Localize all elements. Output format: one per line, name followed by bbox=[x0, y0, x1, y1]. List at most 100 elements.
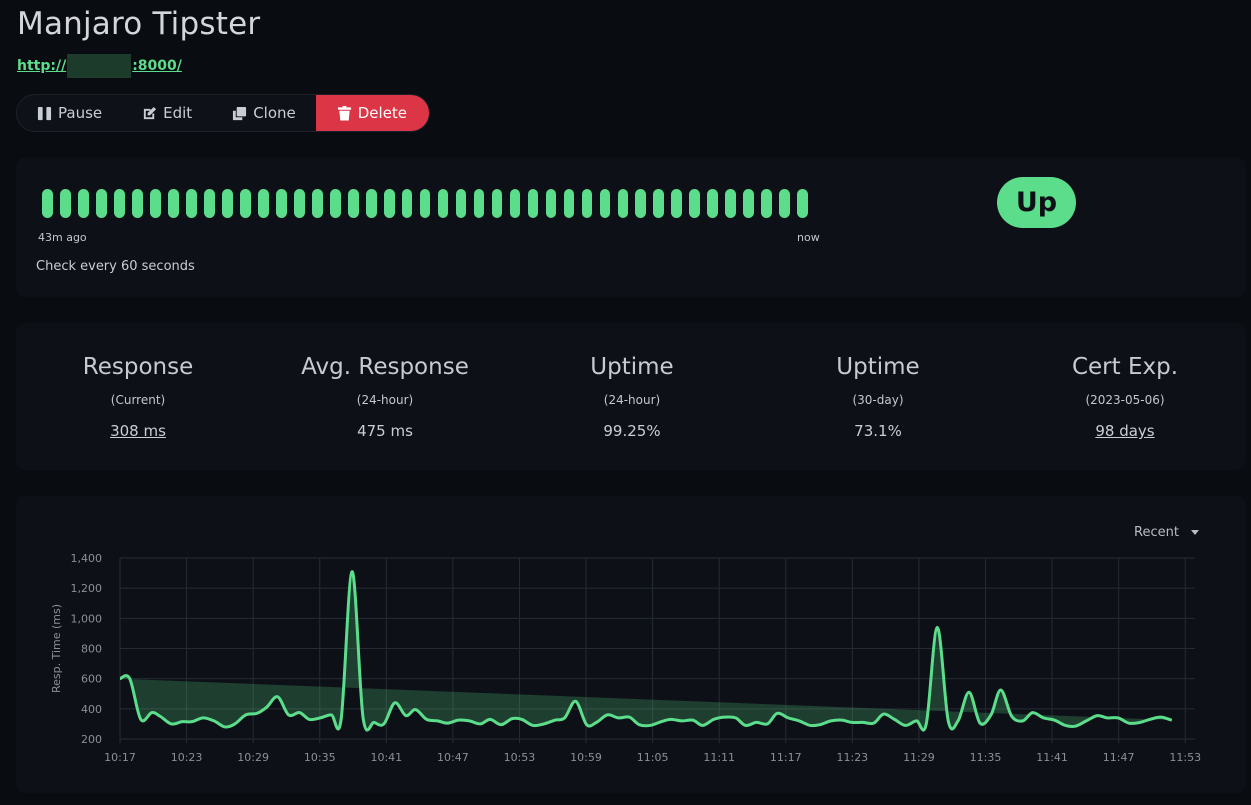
heartbeat-beat[interactable] bbox=[743, 189, 755, 218]
heartbeat-beat[interactable] bbox=[797, 189, 809, 218]
heartbeat-beat[interactable] bbox=[275, 189, 287, 218]
heartbeat-beat[interactable] bbox=[77, 189, 89, 218]
heartbeat-beat[interactable] bbox=[257, 189, 269, 218]
heartbeat-beat[interactable] bbox=[419, 189, 431, 218]
heartbeat-beat[interactable] bbox=[347, 189, 359, 218]
heartbeat-beat[interactable] bbox=[563, 189, 575, 218]
x-tick-label: 11:53 bbox=[1169, 751, 1201, 764]
heartbeat-beat[interactable] bbox=[545, 189, 557, 218]
heartbeat-beat[interactable] bbox=[527, 189, 539, 218]
heartbeat-beat[interactable] bbox=[509, 189, 521, 218]
edit-label: Edit bbox=[163, 104, 193, 122]
heartbeat-card: 43m ago now Check every 60 seconds Up bbox=[16, 157, 1246, 297]
edit-button[interactable]: Edit bbox=[122, 95, 212, 131]
stat-value: 475 ms bbox=[357, 422, 413, 440]
y-tick-label: 1,200 bbox=[71, 582, 103, 595]
response-time-chart: 200 400 600 800 1,000 1,200 1,400 10:17 10:23 10:… bbox=[50, 496, 1201, 764]
y-tick-label: 600 bbox=[81, 673, 102, 686]
y-tick-label: 800 bbox=[81, 643, 102, 656]
stat-subtitle: (2023-05-06) bbox=[1085, 393, 1165, 407]
heartbeat-beat[interactable] bbox=[185, 189, 197, 218]
heartbeat-beat[interactable] bbox=[149, 189, 161, 218]
monitor-url-link[interactable]: http:// :8000/ bbox=[17, 54, 182, 78]
x-tick-label: 11:17 bbox=[770, 751, 802, 764]
heartbeat-beat[interactable] bbox=[221, 189, 233, 218]
monitor-title: Manjaro Tipster bbox=[17, 6, 261, 42]
heartbeat-beat[interactable] bbox=[329, 189, 341, 218]
y-tick-label: 1,400 bbox=[71, 552, 103, 565]
pause-button[interactable]: Pause bbox=[17, 95, 122, 131]
action-button-group: Pause Edit Clone Delete bbox=[16, 94, 431, 132]
stat-title: Avg. Response bbox=[301, 354, 469, 380]
x-tick-label: 10:35 bbox=[304, 751, 336, 764]
heartbeat-beat[interactable] bbox=[689, 189, 701, 218]
stat-value: 73.1% bbox=[854, 422, 902, 440]
url-prefix: http:// bbox=[17, 58, 67, 74]
y-tick-label: 1,000 bbox=[71, 612, 103, 625]
heartbeat-beat[interactable] bbox=[293, 189, 305, 218]
heartbeat-start-label: 43m ago bbox=[38, 231, 87, 244]
heartbeat-beat[interactable] bbox=[581, 189, 593, 218]
heartbeat-beat[interactable] bbox=[473, 189, 485, 218]
clone-button[interactable]: Clone bbox=[212, 95, 316, 131]
x-tick-label: 11:29 bbox=[903, 751, 935, 764]
pause-icon bbox=[37, 106, 52, 120]
delete-button[interactable]: Delete bbox=[315, 95, 430, 131]
stat-subtitle: (24-hour) bbox=[603, 393, 661, 407]
x-tick-label: 11:47 bbox=[1103, 751, 1135, 764]
stat-title: Response bbox=[82, 354, 194, 380]
heartbeat-beat[interactable] bbox=[42, 189, 53, 218]
heartbeat-beat[interactable] bbox=[401, 189, 413, 218]
y-tick-label: 400 bbox=[81, 703, 102, 716]
stat-subtitle: (24-hour) bbox=[356, 393, 414, 407]
heartbeat-beat[interactable] bbox=[311, 189, 323, 218]
x-tick-label: 10:59 bbox=[570, 751, 602, 764]
heartbeat-beat[interactable] bbox=[599, 189, 611, 218]
heartbeat-beat[interactable] bbox=[203, 189, 215, 218]
heartbeat-beat[interactable] bbox=[239, 189, 251, 218]
pause-label: Pause bbox=[58, 104, 103, 122]
check-interval-text: Check every 60 seconds bbox=[36, 259, 195, 274]
stat-value[interactable]: 98 days bbox=[1015, 422, 1235, 440]
x-tick-label: 11:05 bbox=[637, 751, 669, 764]
clone-icon bbox=[233, 106, 247, 120]
redacted-host bbox=[67, 54, 132, 78]
heartbeat-beat[interactable] bbox=[167, 189, 179, 218]
stat-subtitle: (Current) bbox=[110, 393, 166, 407]
heartbeat-beat[interactable] bbox=[113, 189, 125, 218]
stats-card: Response (Current) 308 ms Avg. Response … bbox=[16, 323, 1246, 470]
heartbeat-beat[interactable] bbox=[437, 189, 449, 218]
heartbeat-beat[interactable] bbox=[653, 189, 665, 218]
stat-value[interactable]: 308 ms bbox=[28, 422, 248, 440]
stat-subtitle: (30-day) bbox=[852, 393, 904, 407]
heartbeat-beat[interactable] bbox=[725, 189, 737, 218]
stat-title: Uptime bbox=[836, 354, 920, 380]
heartbeat-beat[interactable] bbox=[491, 189, 503, 218]
monitor-url-row: http:// :8000/ bbox=[17, 54, 182, 78]
clone-label: Clone bbox=[253, 104, 296, 122]
x-tick-label: 11:23 bbox=[836, 751, 868, 764]
x-tick-label: 10:17 bbox=[104, 751, 136, 764]
heartbeat-beat[interactable] bbox=[617, 189, 629, 218]
x-tick-label: 11:35 bbox=[970, 751, 1002, 764]
heartbeat-beat[interactable] bbox=[95, 189, 107, 218]
delete-label: Delete bbox=[357, 104, 408, 122]
status-badge: Up bbox=[997, 177, 1076, 228]
heartbeat-beat[interactable] bbox=[671, 189, 683, 218]
heartbeat-beat[interactable] bbox=[635, 189, 647, 218]
heartbeat-beat[interactable] bbox=[455, 189, 467, 218]
heartbeat-beat[interactable] bbox=[131, 189, 143, 218]
heartbeat-beat[interactable] bbox=[779, 189, 791, 218]
heartbeat-beat[interactable] bbox=[383, 189, 395, 218]
heartbeat-beat[interactable] bbox=[761, 189, 773, 218]
heartbeat-bar bbox=[42, 189, 809, 218]
x-tick-label: 11:11 bbox=[703, 751, 735, 764]
x-tick-label: 10:29 bbox=[237, 751, 269, 764]
heartbeat-beat[interactable] bbox=[365, 189, 377, 218]
y-tick-label: 200 bbox=[81, 733, 102, 746]
trash-icon bbox=[337, 105, 351, 121]
heartbeat-beat[interactable] bbox=[707, 189, 719, 218]
heartbeat-beat[interactable] bbox=[59, 189, 71, 218]
heartbeat-end-label: now bbox=[797, 231, 820, 244]
x-tick-label: 10:47 bbox=[437, 751, 469, 764]
